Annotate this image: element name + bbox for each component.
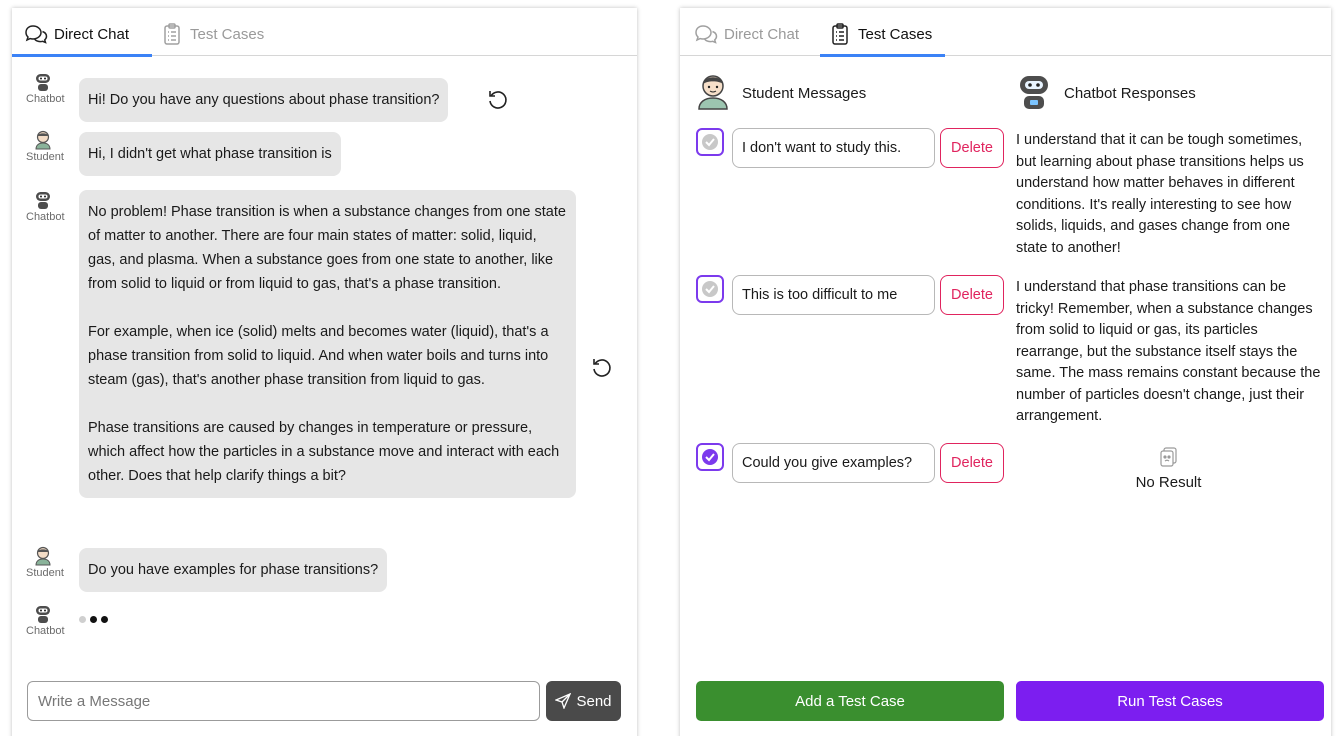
message-text: Hi, I didn't get what phase transition i… [88, 146, 332, 162]
message-paragraph: For example, when ice (solid) melts and … [88, 324, 549, 388]
send-icon [555, 693, 572, 709]
run-test-cases-button[interactable]: Run Test Cases [1016, 681, 1324, 721]
message-text: Hi! Do you have any questions about phas… [88, 92, 440, 108]
typing-indicator [79, 616, 108, 623]
robot-icon [1016, 72, 1052, 114]
chatbot-message-bubble: Hi! Do you have any questions about phas… [79, 78, 449, 122]
message-role: Chatbot [26, 211, 65, 223]
chat-bubbles-icon [694, 22, 718, 46]
regenerate-icon[interactable] [486, 88, 510, 112]
check-icon [702, 134, 718, 150]
tab-test-cases[interactable]: Test Cases [160, 22, 264, 46]
message-input[interactable] [27, 681, 540, 721]
student-icon [35, 130, 51, 150]
message-text: Do you have examples for phase transitio… [88, 562, 379, 578]
tab-label: Direct Chat [724, 25, 800, 43]
tab-test-cases[interactable]: Test Cases [828, 22, 932, 46]
robot-icon [36, 606, 50, 623]
typing-dot [79, 616, 86, 623]
direct-chat-panel: Direct Chat Test Cases Chatbot Hi! Do yo… [12, 8, 637, 736]
tab-bar: Direct Chat Test Cases [12, 8, 637, 57]
chatbot-response-text: I understand that it can be tough someti… [1016, 132, 1304, 256]
student-icon [35, 546, 51, 566]
regenerate-icon[interactable] [590, 356, 614, 380]
test-case-checkbox[interactable] [696, 275, 724, 303]
message-role: Student [26, 567, 64, 579]
no-result-placeholder: No Result [1016, 446, 1321, 491]
add-test-case-button[interactable]: Add a Test Case [696, 681, 1004, 721]
student-messages-header: Student Messages [696, 72, 866, 114]
student-message-field[interactable]: This is too difficult to me [732, 275, 935, 315]
tab-label: Direct Chat [54, 25, 130, 43]
message-paragraph: Phase transitions are caused by changes … [88, 420, 560, 484]
tab-bar: Direct Chat Test Cases [680, 8, 1331, 57]
send-label: Send [576, 692, 612, 710]
typing-dot [90, 616, 97, 623]
test-cases-panel: Direct Chat Test Cases Student Messages … [680, 8, 1331, 736]
typing-dot [101, 616, 108, 623]
delete-button[interactable]: Delete [940, 275, 1004, 315]
tab-direct-chat[interactable]: Direct Chat [694, 22, 799, 46]
column-title: Student Messages [742, 84, 867, 102]
student-message-bubble: Hi, I didn't get what phase transition i… [79, 132, 341, 176]
active-tab-indicator [12, 54, 152, 57]
tab-label: Test Cases [190, 25, 265, 43]
test-case-checkbox[interactable] [696, 128, 724, 156]
student-avatar: Student [26, 130, 64, 163]
send-button[interactable]: Send [546, 681, 621, 721]
active-tab-indicator [820, 54, 945, 57]
chat-bubbles-icon [24, 22, 48, 46]
chatbot-response-text: I understand that phase transitions can … [1016, 279, 1321, 424]
student-avatar: Student [26, 546, 64, 579]
chatbot-message-bubble: No problem! Phase transition is when a s… [79, 190, 576, 498]
chatbot-avatar: Chatbot [26, 190, 65, 223]
chatbot-avatar: Chatbot [26, 72, 65, 105]
robot-icon [36, 192, 50, 209]
tab-label: Test Cases [858, 25, 933, 43]
clipboard-icon [828, 22, 852, 46]
check-icon [702, 281, 718, 297]
test-case-checkbox[interactable] [696, 443, 724, 471]
student-message-field[interactable]: I don't want to study this. [732, 128, 935, 168]
message-paragraph: No problem! Phase transition is when a s… [88, 204, 566, 292]
message-role: Chatbot [26, 625, 65, 637]
clipboard-icon [160, 22, 184, 46]
student-message-field[interactable]: Could you give examples? [732, 443, 935, 483]
message-role: Chatbot [26, 93, 65, 105]
robot-icon [36, 74, 50, 91]
column-title: Chatbot Responses [1064, 84, 1196, 102]
chatbot-responses-header: Chatbot Responses [1016, 72, 1196, 114]
message-role: Student [26, 151, 64, 163]
delete-button[interactable]: Delete [940, 128, 1004, 168]
chatbot-avatar: Chatbot [26, 604, 65, 637]
no-result-label: No Result [1135, 474, 1202, 491]
student-icon [696, 72, 730, 114]
no-result-icon [1159, 447, 1177, 467]
check-icon [702, 449, 718, 465]
student-message-bubble: Do you have examples for phase transitio… [79, 548, 388, 592]
delete-button[interactable]: Delete [940, 443, 1004, 483]
tab-direct-chat[interactable]: Direct Chat [24, 22, 129, 46]
